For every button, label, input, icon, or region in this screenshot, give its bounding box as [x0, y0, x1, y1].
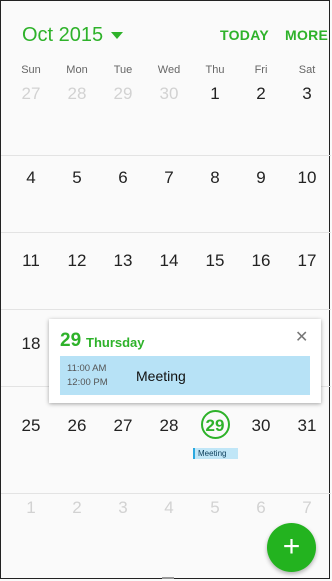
day-cell[interactable]: 18 [8, 334, 54, 354]
day-cell[interactable]: 15 [192, 251, 238, 271]
week-divider [1, 155, 331, 156]
day-cell[interactable]: 26 [54, 416, 100, 436]
day-cell[interactable]: 31 [284, 416, 330, 436]
weekday-label: Fri [254, 64, 268, 76]
today-button[interactable]: TODAY [220, 27, 269, 43]
month-label: Oct 2015 [22, 23, 104, 46]
event-end-time: 12:00 PM [67, 377, 108, 388]
weekday-label: Tue [113, 64, 133, 76]
chevron-down-icon [111, 31, 124, 39]
weekday-label: Sat [298, 64, 316, 76]
day-cell[interactable]: 12 [54, 251, 100, 271]
calendar-screen: Oct 2015 TODAY MORE Sun Mon Tue Wed Thu … [0, 0, 331, 579]
today-indicator [201, 410, 230, 439]
day-cell[interactable]: 27 [100, 416, 146, 436]
day-cell[interactable]: 5 [54, 168, 100, 188]
add-event-button[interactable]: + [267, 523, 316, 572]
more-button[interactable]: MORE [285, 27, 328, 43]
event-start-time: 11:00 AM [67, 363, 107, 374]
day-cell[interactable]: 28 [54, 84, 100, 104]
weekday-label: Sun [21, 64, 41, 76]
day-cell[interactable]: 4 [8, 168, 54, 188]
popup-weekday: Thursday [86, 335, 145, 350]
weekday-label: Wed [157, 64, 181, 76]
day-cell[interactable]: 7 [284, 498, 330, 518]
day-cell[interactable]: 30 [146, 84, 192, 104]
day-cell[interactable]: 16 [238, 251, 284, 271]
week-divider [1, 309, 331, 310]
day-events-popup: 29 Thursday ✕ 11:00 AM 12:00 PM Meeting [49, 319, 321, 403]
day-cell[interactable]: 11 [8, 251, 54, 271]
day-cell[interactable]: 3 [284, 84, 330, 104]
day-cell[interactable]: 6 [238, 498, 284, 518]
day-cell[interactable]: 29 [100, 84, 146, 104]
popup-date-number: 29 [60, 330, 82, 351]
day-cell[interactable]: 4 [146, 498, 192, 518]
day-cell[interactable]: 1 [192, 84, 238, 104]
day-cell[interactable]: 25 [8, 416, 54, 436]
day-cell[interactable]: 3 [100, 498, 146, 518]
day-cell[interactable]: 2 [238, 84, 284, 104]
day-cell[interactable]: 27 [8, 84, 54, 104]
day-cell[interactable]: 30 [238, 416, 284, 436]
week-divider [1, 232, 331, 233]
event-item[interactable]: 11:00 AM 12:00 PM Meeting [60, 356, 310, 395]
week-divider [1, 493, 331, 494]
event-title: Meeting [136, 368, 186, 384]
day-cell[interactable]: 1 [8, 498, 54, 518]
day-cell[interactable]: 6 [100, 168, 146, 188]
close-icon[interactable]: ✕ [295, 327, 308, 347]
drag-handle[interactable] [162, 577, 174, 579]
day-cell[interactable]: 7 [146, 168, 192, 188]
calendar-header: Oct 2015 TODAY MORE [1, 1, 331, 63]
weekday-label: Thu [205, 64, 225, 76]
day-cell[interactable]: 28 [146, 416, 192, 436]
day-cell[interactable]: 8 [192, 168, 238, 188]
day-cell[interactable]: 2 [54, 498, 100, 518]
event-chip[interactable]: Meeting [193, 448, 238, 459]
day-cell[interactable]: 9 [238, 168, 284, 188]
day-cell[interactable]: 13 [100, 251, 146, 271]
day-cell[interactable]: 10 [284, 168, 330, 188]
day-cell[interactable]: 17 [284, 251, 330, 271]
day-cell[interactable]: 14 [146, 251, 192, 271]
day-cell[interactable]: 5 [192, 498, 238, 518]
month-selector-button[interactable]: Oct 2015 [22, 23, 124, 47]
weekday-label: Mon [66, 64, 88, 76]
